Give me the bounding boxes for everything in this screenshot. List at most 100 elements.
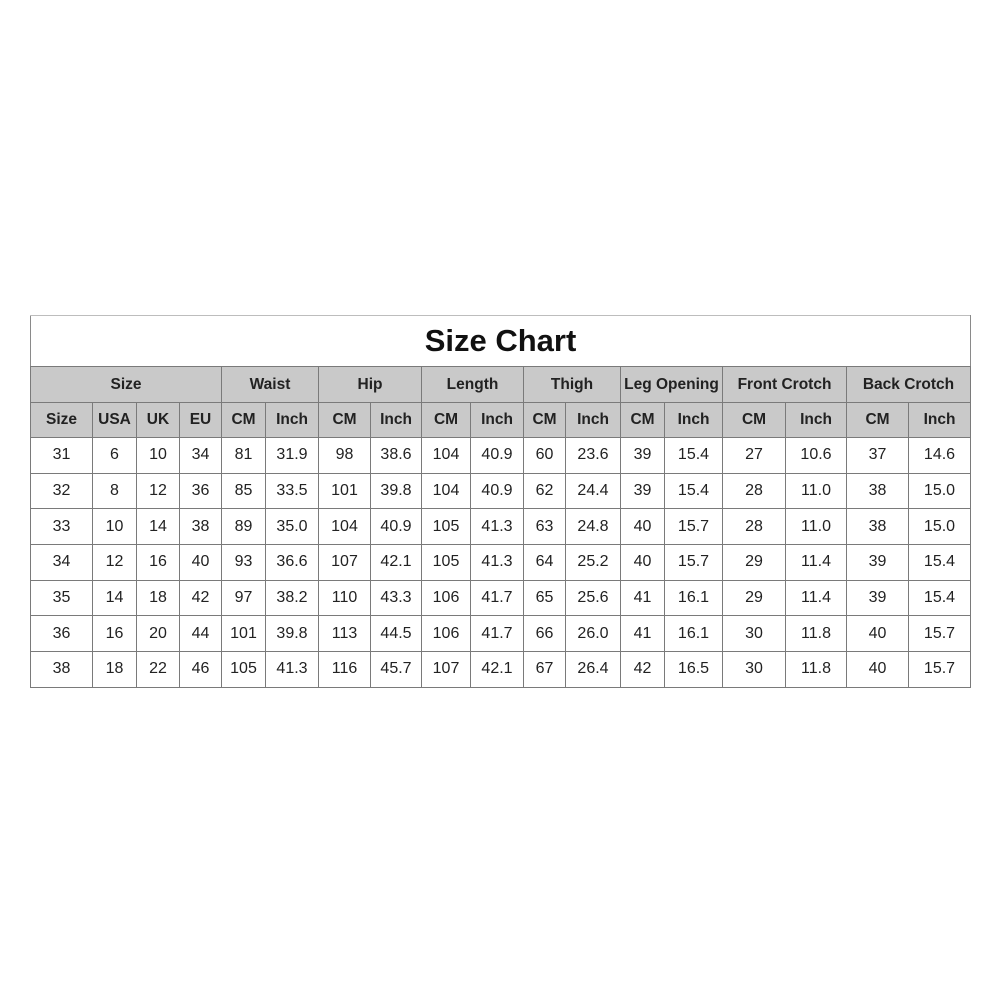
- table-cell: 89: [221, 508, 266, 546]
- table-cell: 38: [846, 508, 909, 546]
- table-cell: 41: [620, 579, 665, 617]
- table-cell: 39.8: [265, 615, 319, 653]
- column-header: Inch: [908, 402, 971, 438]
- table-cell: 33: [30, 508, 93, 546]
- column-header: Inch: [265, 402, 319, 438]
- table-cell: 44: [179, 615, 222, 653]
- column-header: EU: [179, 402, 222, 438]
- table-cell: 6: [92, 437, 137, 474]
- group-header-size: Size: [30, 366, 222, 403]
- table-cell: 38: [846, 472, 909, 510]
- table-cell: 40: [620, 544, 665, 581]
- table-cell: 64: [523, 544, 566, 581]
- table-cell: 15.4: [908, 544, 971, 581]
- table-cell: 42: [179, 579, 222, 617]
- table-cell: 40: [620, 508, 665, 546]
- group-header-row: Size Waist Hip Length Thigh Leg Opening Front …: [30, 366, 971, 403]
- table-cell: 11.0: [785, 472, 847, 510]
- column-header: Inch: [664, 402, 723, 438]
- table-cell: 105: [221, 651, 266, 688]
- table-cell: 24.4: [565, 472, 621, 510]
- table-cell: 42.1: [470, 651, 524, 688]
- column-header: CM: [722, 402, 786, 438]
- table-cell: 18: [92, 651, 137, 688]
- table-cell: 10: [136, 437, 180, 474]
- table-cell: 29: [722, 579, 786, 617]
- table-cell: 16.1: [664, 615, 723, 653]
- table-cell: 42.1: [370, 544, 422, 581]
- table-cell: 44.5: [370, 615, 422, 653]
- table-cell: 105: [421, 508, 471, 546]
- table-cell: 101: [318, 472, 371, 510]
- table-cell: 39: [846, 579, 909, 617]
- table-cell: 41.3: [470, 508, 524, 546]
- column-header: Inch: [785, 402, 847, 438]
- table-cell: 25.6: [565, 579, 621, 617]
- table-cell: 16: [92, 615, 137, 653]
- table-cell: 15.4: [664, 437, 723, 474]
- table-cell: 40.9: [470, 437, 524, 474]
- group-header-hip: Hip: [318, 366, 422, 403]
- group-header-back-crotch: Back Crotch: [846, 366, 971, 403]
- table-cell: 39: [620, 437, 665, 474]
- table-cell: 28: [722, 508, 786, 546]
- table-cell: 104: [421, 437, 471, 474]
- table-cell: 35: [30, 579, 93, 617]
- table-cell: 104: [318, 508, 371, 546]
- table-cell: 34: [30, 544, 93, 581]
- size-chart-table: Size Chart Size Waist Hip Length Thigh Leg Op…: [30, 315, 971, 688]
- column-header: CM: [421, 402, 471, 438]
- table-row: 38 18 22 46 105 41.3 116 45.7 107 42.1 67 26.4 42 16.…: [30, 651, 971, 688]
- table-cell: 38.6: [370, 437, 422, 474]
- table-cell: 11.8: [785, 651, 847, 688]
- table-cell: 39: [620, 472, 665, 510]
- table-cell: 24.8: [565, 508, 621, 546]
- table-cell: 33.5: [265, 472, 319, 510]
- table-cell: 15.7: [664, 508, 723, 546]
- table-cell: 36: [30, 615, 93, 653]
- table-cell: 10: [92, 508, 137, 546]
- table-cell: 35.0: [265, 508, 319, 546]
- table-cell: 62: [523, 472, 566, 510]
- table-cell: 41: [620, 615, 665, 653]
- table-row: 32 8 12 36 85 33.5 101 39.8 104 40.9 62 24.4 39 15.4 2…: [30, 472, 971, 510]
- table-cell: 116: [318, 651, 371, 688]
- column-header: Size: [30, 402, 93, 438]
- table-row: 31 6 10 34 81 31.9 98 38.6 104 40.9 60 23.6 39 15.4 27…: [30, 437, 971, 474]
- table-row: 33 10 14 38 89 35.0 104 40.9 105 41.3 63 24.8 40 15.7…: [30, 508, 971, 546]
- table-row: 35 14 18 42 97 38.2 110 43.3 106 41.7 65 25.6 41 16.1…: [30, 579, 971, 617]
- table-cell: 38: [179, 508, 222, 546]
- table-cell: 45.7: [370, 651, 422, 688]
- table-cell: 15.7: [908, 615, 971, 653]
- table-cell: 34: [179, 437, 222, 474]
- table-cell: 43.3: [370, 579, 422, 617]
- table-cell: 18: [136, 579, 180, 617]
- table-cell: 8: [92, 472, 137, 510]
- table-cell: 106: [421, 615, 471, 653]
- table-cell: 66: [523, 615, 566, 653]
- group-header-thigh: Thigh: [523, 366, 621, 403]
- table-cell: 27: [722, 437, 786, 474]
- table-cell: 106: [421, 579, 471, 617]
- table-cell: 38.2: [265, 579, 319, 617]
- table-cell: 22: [136, 651, 180, 688]
- table-cell: 32: [30, 472, 93, 510]
- table-cell: 39: [846, 544, 909, 581]
- table-cell: 28: [722, 472, 786, 510]
- column-header: UK: [136, 402, 180, 438]
- size-chart-title: Size Chart: [30, 315, 971, 367]
- table-cell: 41.3: [470, 544, 524, 581]
- table-cell: 85: [221, 472, 266, 510]
- table-cell: 60: [523, 437, 566, 474]
- group-header-waist: Waist: [221, 366, 319, 403]
- table-cell: 31.9: [265, 437, 319, 474]
- table-cell: 67: [523, 651, 566, 688]
- column-header: CM: [221, 402, 266, 438]
- table-cell: 81: [221, 437, 266, 474]
- table-cell: 40: [179, 544, 222, 581]
- column-header: CM: [846, 402, 909, 438]
- table-cell: 30: [722, 651, 786, 688]
- table-cell: 11.8: [785, 615, 847, 653]
- table-cell: 107: [318, 544, 371, 581]
- table-cell: 40: [846, 615, 909, 653]
